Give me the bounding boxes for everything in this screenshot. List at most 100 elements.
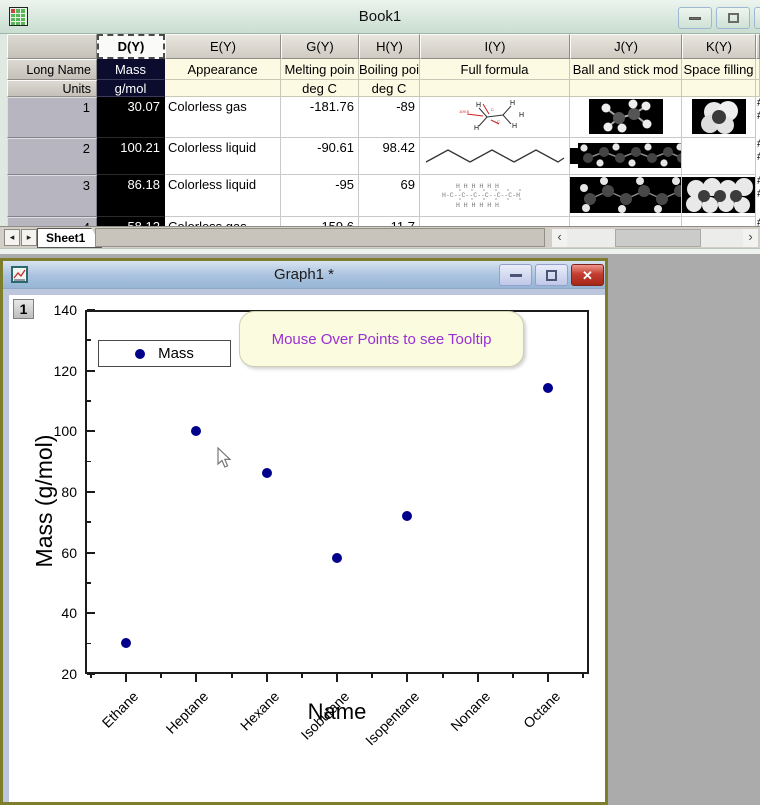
column-header-I[interactable]: I(Y)	[420, 34, 570, 59]
cell-appearance-4[interactable]: Colorless gas	[165, 217, 281, 226]
cell-formula-2[interactable]	[420, 138, 570, 175]
corner-header-cell[interactable]	[7, 34, 97, 59]
units-mass[interactable]: g/mol	[97, 80, 165, 97]
data-point-heptane[interactable]	[191, 426, 201, 436]
svg-text:H: H	[519, 112, 524, 119]
cell-ballstick-4[interactable]	[570, 217, 682, 226]
table-row: 3 86.18 Colorless liquid -95 69 H H H H …	[7, 175, 760, 217]
units-boiling[interactable]: deg C	[359, 80, 420, 97]
scroll-right-button[interactable]: ›	[743, 229, 758, 247]
maximize-icon	[546, 270, 557, 281]
cell-mass-4[interactable]: 58.12	[97, 217, 165, 226]
units-formula[interactable]	[420, 80, 570, 97]
column-header-D[interactable]: D(Y)	[97, 34, 165, 59]
workbook-maximize-button[interactable]	[716, 7, 750, 29]
graph-page: 1 Mass (g/mol) Name Mass Mouse Over Poin…	[9, 295, 605, 803]
table-row: 1 30.07 Colorless gas -181.76 -89	[7, 97, 760, 138]
x-minor-tick	[442, 674, 444, 678]
graph-maximize-button[interactable]	[535, 264, 568, 286]
long-name-melting[interactable]: Melting poin	[281, 59, 359, 80]
long-name-formula[interactable]: Full formula	[420, 59, 570, 80]
row-number[interactable]: 1	[7, 97, 97, 138]
cell-overflow-1[interactable]: ##	[756, 97, 760, 138]
column-header-overflow[interactable]	[756, 34, 760, 59]
workbook-minimize-button[interactable]	[678, 7, 712, 29]
cell-melting-2[interactable]: -90.61	[281, 138, 359, 175]
row-label-units[interactable]: Units	[7, 80, 97, 97]
row-number[interactable]: 4	[7, 217, 97, 226]
cell-formula-3[interactable]: H H H H H H H-C--C--C--C--C--C-H H H H H…	[420, 175, 570, 217]
cell-boiling-1[interactable]: -89	[359, 97, 420, 138]
y-tick-label: 140	[25, 301, 77, 319]
ball-stick-heptane-image	[570, 140, 682, 171]
cell-ballstick-3[interactable]	[570, 175, 682, 217]
row-label-long-name[interactable]: Long Name	[7, 59, 97, 80]
units-spacefill[interactable]	[682, 80, 756, 97]
workbook-close-button-partial[interactable]	[754, 7, 760, 29]
cell-melting-3[interactable]: -95	[281, 175, 359, 217]
workbook-title: Book1	[0, 8, 760, 25]
column-header-H[interactable]: H(Y)	[359, 34, 420, 59]
y-major-tick	[87, 491, 95, 493]
horizontal-scrollbar[interactable]: ‹ ›	[552, 229, 758, 247]
cell-spacefill-3[interactable]	[682, 175, 756, 217]
legend[interactable]: Mass	[98, 340, 231, 367]
long-name-overflow[interactable]	[756, 59, 760, 80]
cell-overflow-4[interactable]: #	[756, 217, 760, 226]
sheet-tab-bar: ◂ ▸ Sheet1 ‹ ›	[0, 226, 760, 248]
cell-overflow-2[interactable]: ##	[756, 138, 760, 175]
row-number[interactable]: 3	[7, 175, 97, 217]
y-tick-label: 80	[25, 483, 77, 501]
data-point-hexane[interactable]	[262, 468, 272, 478]
cell-formula-1[interactable]: HHHHH 109.5CC	[420, 97, 570, 138]
y-major-tick	[87, 370, 95, 372]
long-name-boiling[interactable]: Boiling poin	[359, 59, 420, 80]
cell-boiling-3[interactable]: 69	[359, 175, 420, 217]
cell-appearance-2[interactable]: Colorless liquid	[165, 138, 281, 175]
column-header-J[interactable]: J(Y)	[570, 34, 682, 59]
column-header-K[interactable]: K(Y)	[682, 34, 756, 59]
units-appearance[interactable]	[165, 80, 281, 97]
cell-spacefill-2-empty[interactable]	[682, 138, 756, 175]
cell-ballstick-2[interactable]	[570, 138, 682, 175]
long-name-ballstick[interactable]: Ball and stick mod	[570, 59, 682, 80]
scroll-left-button[interactable]: ‹	[552, 229, 567, 247]
scroll-right-icon: ›	[748, 229, 752, 244]
tab-prev-button[interactable]: ◂	[4, 229, 20, 246]
cell-spacefill-4[interactable]	[682, 217, 756, 226]
cell-boiling-2[interactable]: 98.42	[359, 138, 420, 175]
scroll-left-icon: ‹	[557, 229, 561, 244]
units-melting[interactable]: deg C	[281, 80, 359, 97]
cell-mass-3[interactable]: 86.18	[97, 175, 165, 217]
cell-boiling-4[interactable]: -11.7	[359, 217, 420, 226]
y-minor-tick	[87, 461, 91, 463]
units-ballstick[interactable]	[570, 80, 682, 97]
cell-appearance-3[interactable]: Colorless liquid	[165, 175, 281, 217]
cell-overflow-3[interactable]: ##	[756, 175, 760, 217]
cell-spacefill-1[interactable]	[682, 97, 756, 138]
units-overflow[interactable]	[756, 80, 760, 97]
graph-close-button[interactable]: ✕	[571, 264, 604, 286]
row-number[interactable]: 2	[7, 138, 97, 175]
tab-next-button[interactable]: ▸	[21, 229, 37, 246]
graph-titlebar[interactable]: Graph1 * ✕	[3, 261, 605, 289]
cell-mass-2[interactable]: 100.21	[97, 138, 165, 175]
scrollbar-thumb[interactable]	[615, 229, 701, 247]
workbook-titlebar[interactable]: Book1	[0, 0, 760, 34]
cell-melting-1[interactable]: -181.76	[281, 97, 359, 138]
cell-appearance-1[interactable]: Colorless gas	[165, 97, 281, 138]
cell-ballstick-1[interactable]	[570, 97, 682, 138]
sheet-tab-sheet1[interactable]: Sheet1	[37, 228, 102, 248]
long-name-appearance[interactable]: Appearance	[165, 59, 281, 80]
cell-formula-4[interactable]: HCH	[420, 217, 570, 226]
long-name-spacefill[interactable]: Space filling	[682, 59, 756, 80]
long-name-mass[interactable]: Mass	[97, 59, 165, 80]
x-major-tick	[477, 674, 479, 682]
x-minor-tick	[301, 674, 303, 678]
cell-melting-4[interactable]: -159.6	[281, 217, 359, 226]
cell-mass-1[interactable]: 30.07	[97, 97, 165, 138]
column-header-G[interactable]: G(Y)	[281, 34, 359, 59]
maximize-icon	[728, 13, 739, 23]
column-header-E[interactable]: E(Y)	[165, 34, 281, 59]
graph-minimize-button[interactable]	[499, 264, 532, 286]
